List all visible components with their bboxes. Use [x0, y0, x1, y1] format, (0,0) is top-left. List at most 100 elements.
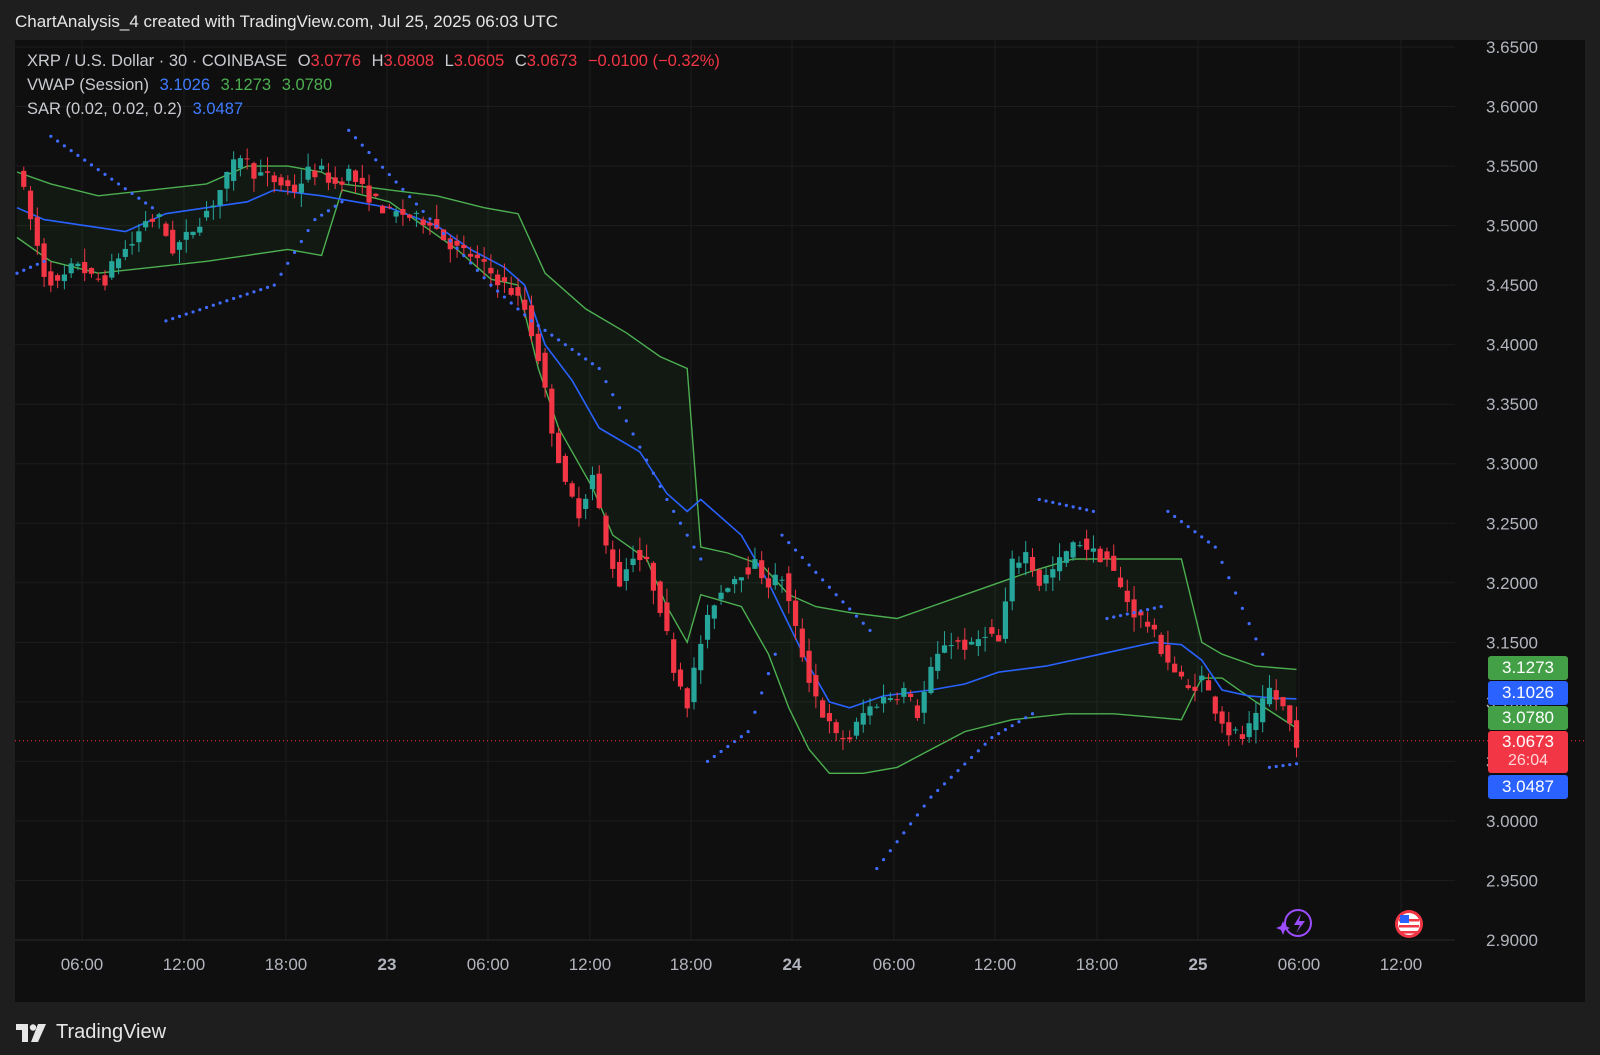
candle-body	[928, 666, 934, 694]
vwap-lower-tag: 3.0780	[1488, 706, 1568, 730]
sar-dot	[570, 347, 574, 352]
price-tick-label: 3.1500	[1486, 633, 1538, 652]
vwap-tag: 3.1026	[1488, 681, 1568, 705]
price-tick-label: 3.3500	[1486, 395, 1538, 414]
vwap-upper-tag: 3.1273	[1488, 656, 1568, 680]
candle-body	[312, 170, 318, 178]
sar-dot	[1078, 506, 1082, 510]
candle-body	[880, 696, 887, 704]
price-tick-label: 2.9000	[1486, 931, 1538, 950]
candle-body	[1185, 685, 1191, 689]
candle-body	[183, 231, 189, 240]
candle-body	[908, 693, 914, 698]
candle-body	[244, 158, 250, 160]
sar-dot	[814, 570, 818, 574]
price-tick-label: 3.5000	[1486, 217, 1538, 236]
candle-body	[955, 640, 961, 642]
candle-body	[542, 352, 548, 388]
sar-dot	[969, 755, 974, 760]
candle-body	[1287, 705, 1293, 724]
candle-body	[948, 645, 954, 647]
candle-body	[1192, 686, 1198, 691]
sar-dot	[976, 749, 980, 753]
sar-dot	[28, 265, 33, 269]
sar-dot	[496, 289, 500, 293]
sar-dot	[1274, 764, 1278, 769]
candle-body	[1144, 621, 1151, 627]
symbol-label[interactable]: XRP / U.S. Dollar · 30 · COINBASE	[27, 52, 287, 70]
high-label: H	[371, 52, 384, 70]
sar-dot	[22, 268, 26, 272]
candle-body	[826, 713, 832, 722]
candle-body	[136, 231, 142, 243]
time-tick-label: 25	[1189, 955, 1208, 974]
sar-dot	[83, 158, 87, 162]
sar-dot	[956, 769, 960, 773]
sar-dot	[69, 148, 73, 153]
candle-body	[488, 267, 494, 274]
sar-dot	[604, 379, 608, 384]
price-chart[interactable]: 3.6500 3.6000 3.5500 3.5000 3.4500 3.4000 3.35…	[15, 40, 1585, 1002]
candle-body	[792, 600, 799, 626]
us-flag-icon[interactable]	[1395, 910, 1423, 938]
sar-dot	[286, 261, 290, 265]
candle-body	[156, 214, 162, 217]
sar-dot	[983, 742, 987, 746]
candle-body	[1253, 712, 1259, 731]
candle-body	[1063, 551, 1069, 563]
sar-dot	[347, 128, 351, 132]
sar-dot	[915, 813, 920, 817]
sar-dot	[807, 563, 811, 567]
sar-legend[interactable]: SAR (0.02, 0.02, 0.2) 3.0487	[27, 100, 249, 119]
sar-dot	[49, 134, 53, 138]
candle-body	[467, 253, 474, 257]
candle-body	[48, 271, 54, 286]
sar-dot	[360, 143, 364, 147]
sar-dot	[936, 788, 940, 793]
tradingview-logo[interactable]: TradingView	[16, 1021, 166, 1044]
sar-dot	[116, 182, 121, 186]
candle-body	[251, 163, 257, 179]
time-tick-label: 18:00	[265, 955, 308, 974]
sar-dot	[787, 541, 791, 545]
ai-sparkle-icon[interactable]	[1276, 909, 1312, 937]
sar-dot	[834, 593, 838, 597]
sar-dot	[854, 614, 859, 618]
candle-body	[535, 333, 541, 362]
sar-dot	[529, 319, 534, 323]
sar-dot	[841, 600, 845, 604]
candle-body	[203, 210, 210, 218]
sar-dot	[590, 362, 595, 366]
sar-dot	[881, 858, 886, 862]
sar-dot	[536, 324, 540, 328]
sar-dot	[1051, 500, 1055, 505]
sar-dot	[929, 795, 933, 799]
sar-dot	[103, 172, 107, 177]
chart-area[interactable]: 3.6500 3.6000 3.5500 3.5000 3.4500 3.4000 3.35…	[15, 40, 1585, 1002]
candle-body	[224, 171, 230, 189]
candle-body	[1124, 590, 1130, 603]
low-value: 3.0605	[453, 52, 505, 70]
candle-body	[941, 645, 948, 653]
time-tick-label: 12:00	[163, 955, 206, 974]
sar-dot	[265, 285, 270, 289]
candle-body	[576, 498, 582, 519]
candle-body	[1111, 555, 1117, 571]
sar-dot	[773, 652, 777, 656]
vwap-lower-value: 3.0780	[281, 76, 333, 94]
candle-body	[217, 190, 223, 206]
sar-dot	[753, 710, 757, 714]
candle-body	[34, 217, 40, 246]
vwap-band-fill	[17, 166, 1297, 774]
sar-dot	[191, 310, 195, 314]
sar-dot	[800, 555, 804, 560]
sar-dot	[827, 585, 832, 589]
candle-body	[393, 211, 399, 217]
high-value: 3.0808	[383, 52, 434, 70]
sar-dot	[699, 557, 703, 561]
sar-dot	[489, 283, 493, 287]
vwap-legend[interactable]: VWAP (Session) 3.1026 3.1273 3.0780	[27, 76, 338, 95]
sar-dot	[96, 168, 100, 172]
sar-dot	[475, 268, 479, 272]
sar-dot	[62, 144, 66, 148]
